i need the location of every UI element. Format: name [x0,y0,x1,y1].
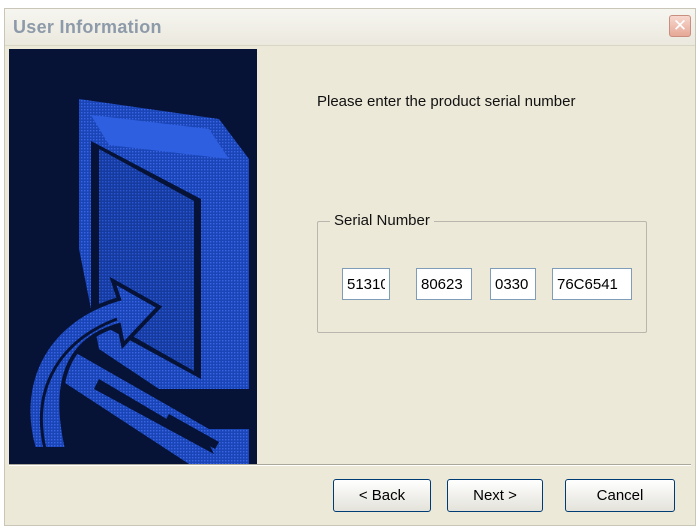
button-separator [9,464,691,466]
install-computer-illustration-icon [9,49,257,464]
serial-field-2[interactable] [416,268,472,300]
wizard-banner-image [9,49,257,464]
serial-field-1[interactable] [342,268,390,300]
user-information-dialog: User Information ✕ Please enter the prod… [4,8,696,526]
title-bar[interactable]: User Information ✕ [5,9,695,46]
serial-field-4[interactable] [552,268,632,300]
close-icon[interactable]: ✕ [669,15,691,37]
serial-field-3[interactable] [490,268,536,300]
serial-number-label: Serial Number [330,212,434,229]
next-button[interactable]: Next > [447,479,543,512]
back-button[interactable]: < Back [333,479,431,512]
serial-number-group: Serial Number [317,212,647,333]
window-title: User Information [13,17,162,37]
instruction-text: Please enter the product serial number [317,93,576,110]
cancel-button[interactable]: Cancel [565,479,675,512]
